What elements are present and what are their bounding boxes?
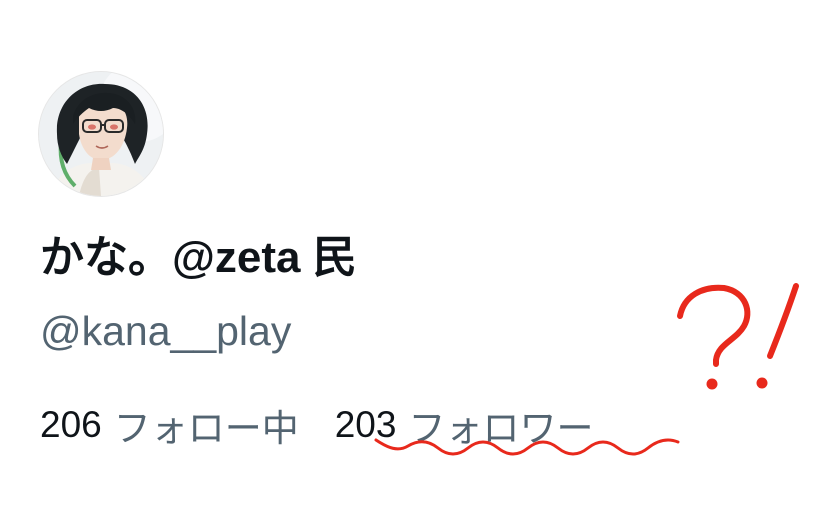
- avatar-image: [39, 72, 163, 196]
- username-handle: @kana__play: [40, 308, 292, 354]
- followers-count: 203: [334, 404, 397, 445]
- question-dot: [706, 378, 718, 390]
- following-link[interactable]: 206 フォロー中: [40, 398, 299, 452]
- exclamation-mark: [767, 283, 799, 359]
- following-label: フォロー中: [113, 408, 299, 449]
- following-count: 206: [40, 404, 102, 445]
- avatar[interactable]: [39, 72, 163, 196]
- exclamation-dot: [756, 377, 768, 389]
- question-mark: [677, 284, 751, 367]
- followers-label: フォロワー: [408, 408, 594, 449]
- followers-link[interactable]: 203 フォロワー: [335, 398, 594, 452]
- profile-stats: 206 フォロー中 203 フォロワー: [40, 396, 593, 454]
- display-name: かな。@zeta 民: [40, 233, 357, 282]
